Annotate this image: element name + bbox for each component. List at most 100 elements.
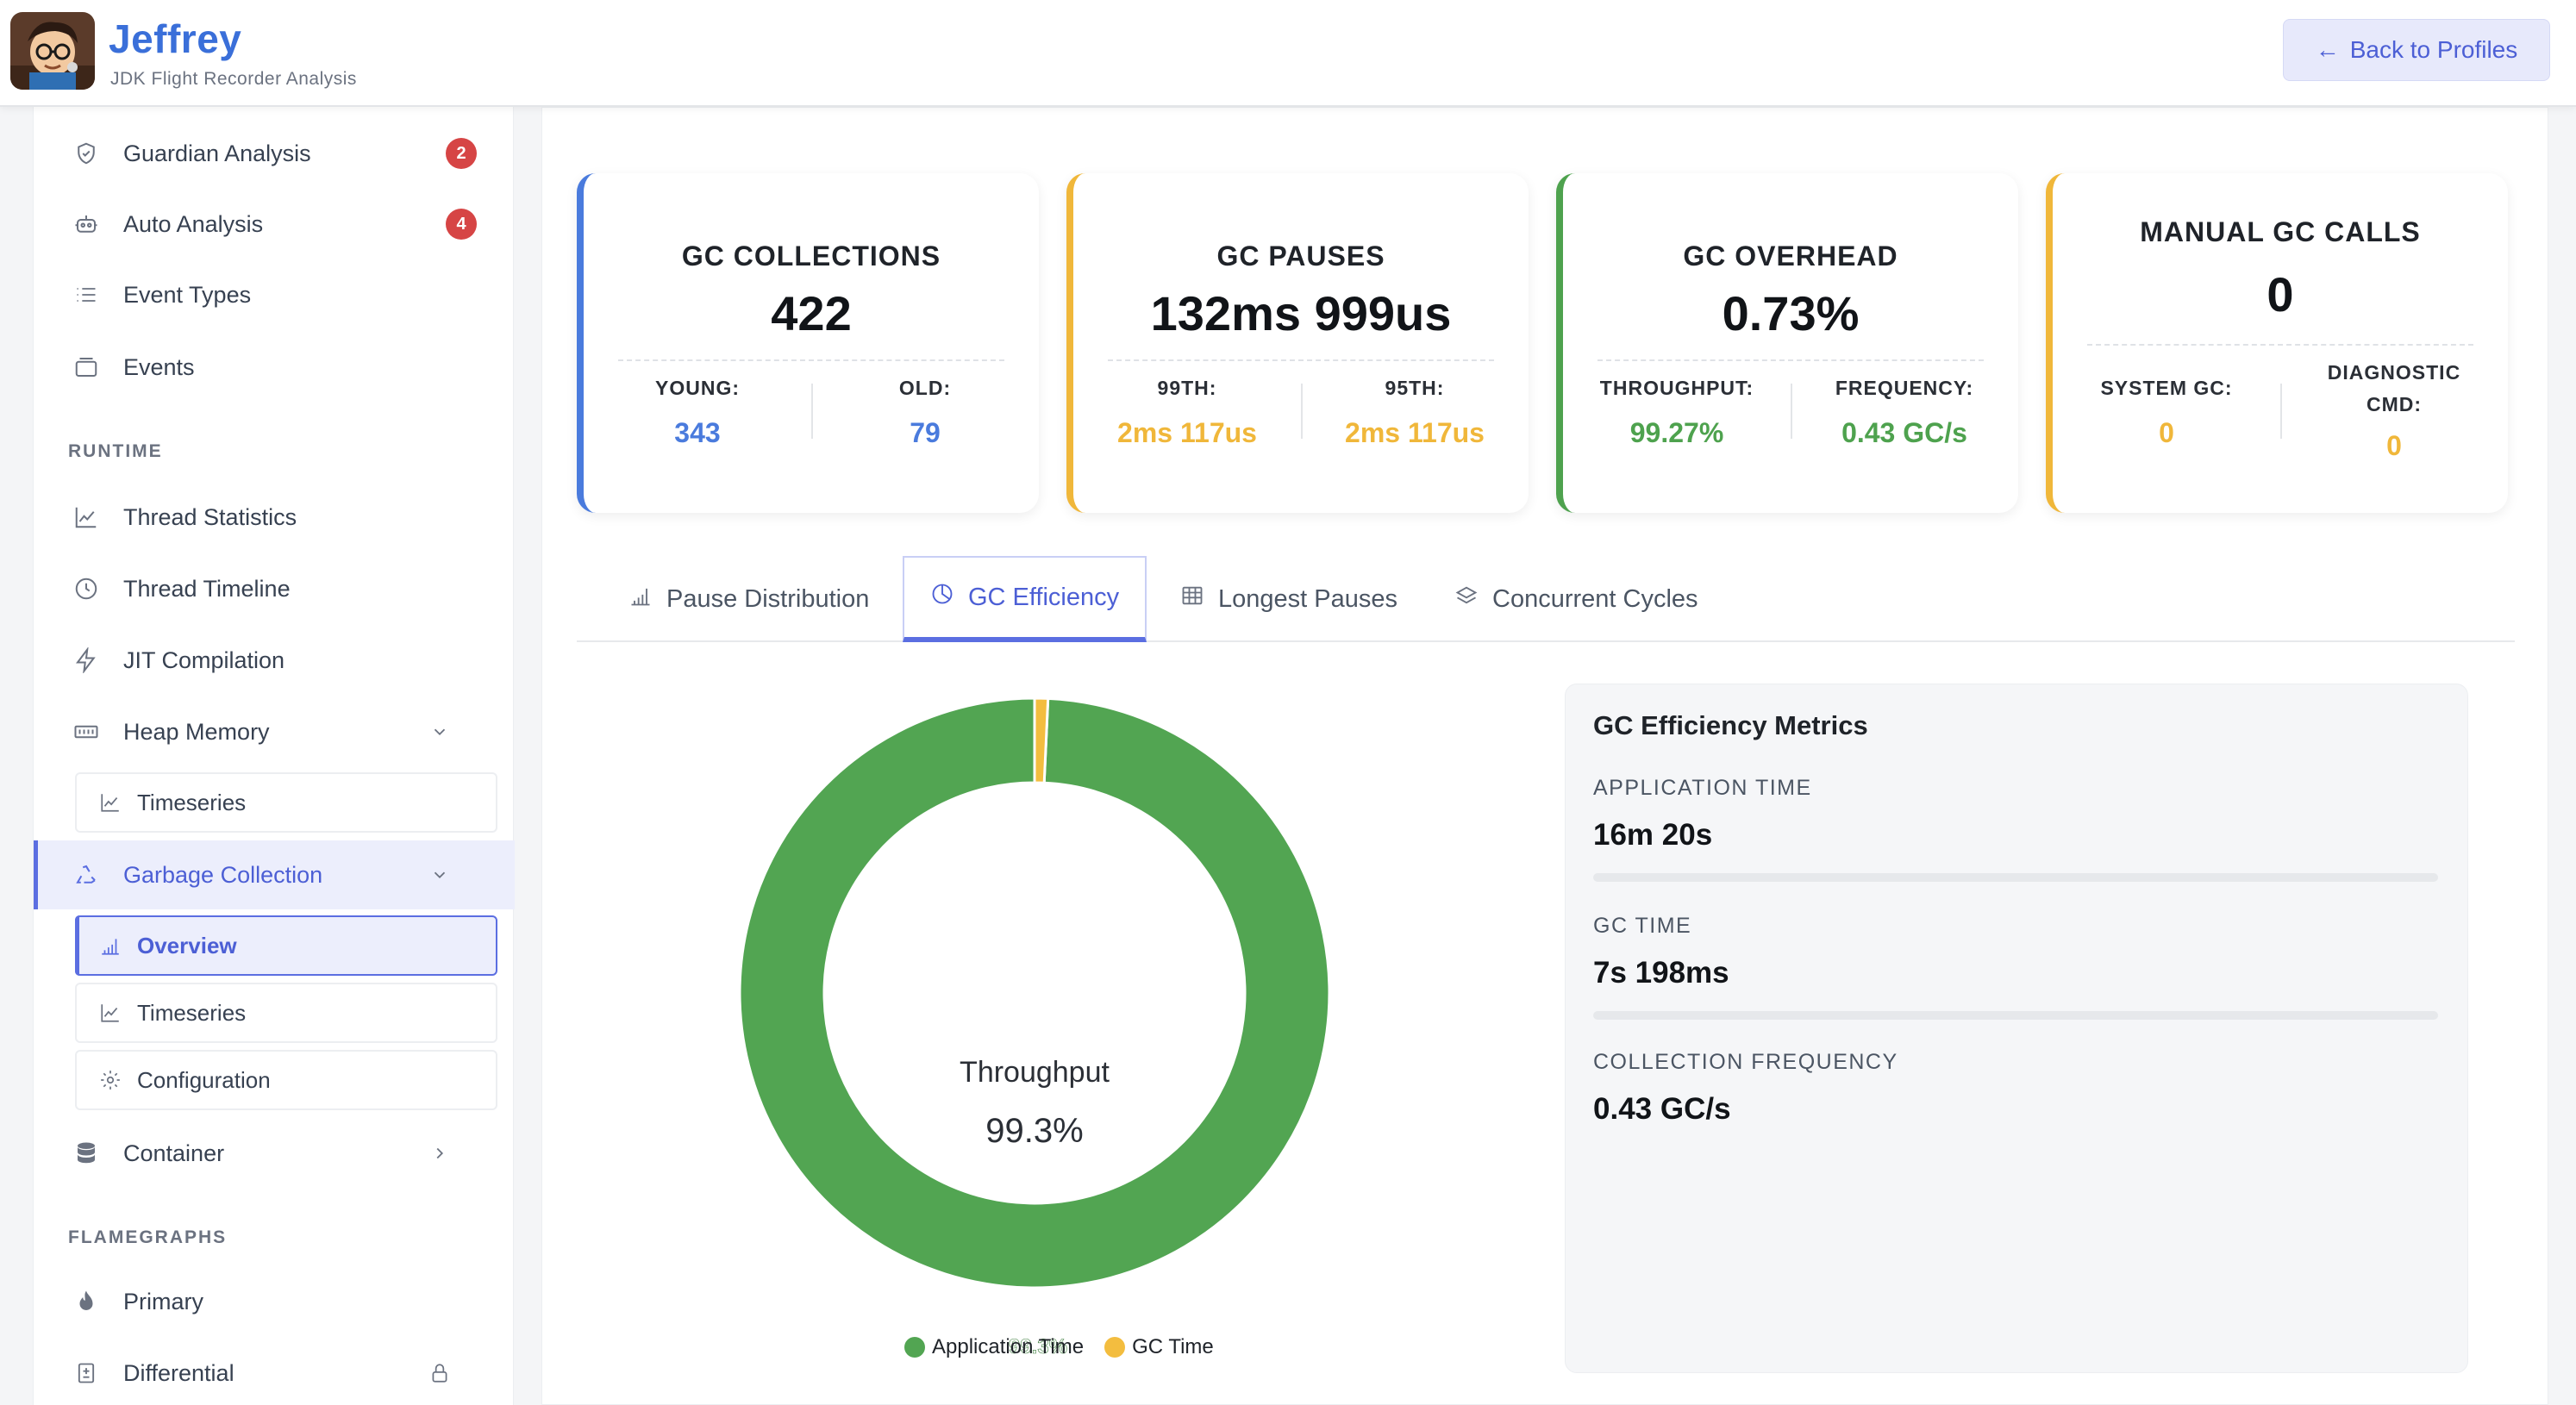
stat-value: 2ms 117us (1117, 417, 1257, 448)
donut-slice-application-time[interactable] (738, 696, 1331, 1289)
metric-bar (1593, 873, 2438, 882)
card-title: MANUAL GC CALLS (2140, 216, 2421, 247)
sidebar-item-auto-analysis[interactable]: Auto Analysis 4 (34, 190, 515, 259)
donut-center-value: 99.3% (985, 1112, 1083, 1150)
tab-label: Concurrent Cycles (1492, 584, 1698, 613)
app-title: Jeffrey (109, 16, 242, 61)
layers-icon (1454, 584, 1479, 615)
card-divider (2087, 344, 2473, 346)
stat-value: 99.27% (1629, 417, 1724, 448)
sidebar-item-differential[interactable]: Differential (34, 1339, 515, 1405)
line-chart-icon (97, 1000, 123, 1026)
gc-efficiency-donut-chart: Throughput 99.3% 99.3% (738, 696, 1331, 1358)
stat-value: 0 (2386, 430, 2402, 461)
sidebar-item-label: Events (123, 353, 195, 380)
legend-item-gc-time[interactable]: GC Time (1104, 1335, 1214, 1359)
card-value: 0.73% (1722, 286, 1860, 340)
sidebar-item-label: Thread Timeline (123, 575, 291, 602)
chevron-right-icon[interactable] (427, 1140, 453, 1166)
line-chart-icon (72, 503, 101, 532)
stat-label: OLD: (898, 377, 952, 399)
card-stat-young: YOUNG: 343 (584, 377, 811, 449)
sidebar-item-heap-memory[interactable]: Heap Memory (34, 697, 515, 766)
legend-swatch (1104, 1337, 1126, 1358)
gc-overhead-card: GC OVERHEAD 0.73% THROUGHPUT: 99.27% FRE… (1556, 173, 2018, 513)
chart-legend: Application Time GC Time (904, 1335, 1214, 1359)
stat-label: YOUNG: (655, 377, 740, 399)
sidebar-item-label: Auto Analysis (123, 210, 264, 237)
notification-badge: 2 (446, 138, 477, 169)
gc-pauses-card: GC PAUSES 132ms 999us 99TH: 2ms 117us 95… (1066, 173, 1529, 513)
sidebar-item-guardian-analysis[interactable]: Guardian Analysis 2 (34, 119, 515, 188)
tab-gc-efficiency[interactable]: GC Efficiency (903, 556, 1147, 642)
legend-label: GC Time (1132, 1335, 1214, 1358)
sidebar-subitem-gc-overview[interactable]: Overview (75, 915, 497, 976)
sidebar-subitem-label: Overview (137, 932, 237, 959)
diff-file-icon (72, 1358, 101, 1388)
sidebar-item-jit-compilation[interactable]: JIT Compilation (34, 626, 515, 695)
notification-badge: 4 (446, 209, 477, 240)
sidebar-subitem-heap-timeseries[interactable]: Timeseries (75, 772, 497, 833)
metric-bar (1593, 1011, 2438, 1020)
runtime-section-heading: RUNTIME (68, 441, 163, 461)
table-icon (1180, 584, 1204, 615)
back-to-profiles-button[interactable]: ← Back to Profiles (2283, 19, 2550, 81)
sidebar-item-events[interactable]: Events (34, 333, 515, 402)
gc-collections-card: GC COLLECTIONS 422 YOUNG: 343 OLD: 79 (577, 173, 1039, 513)
lightning-icon (72, 646, 101, 675)
sidebar: Guardian Analysis 2 Auto Analysis 4 Even… (33, 107, 515, 1405)
sidebar-item-thread-timeline[interactable]: Thread Timeline (34, 554, 515, 623)
gc-tab-bar: Pause Distribution GC Efficiency Longest… (577, 556, 2515, 642)
chevron-down-icon[interactable] (427, 719, 453, 745)
stat-value: 0 (2159, 417, 2174, 448)
card-value: 0 (2267, 267, 2294, 322)
database-icon (72, 1139, 101, 1168)
donut-slice-gc-time[interactable] (1033, 696, 1050, 784)
gc-efficiency-metrics-panel: GC Efficiency Metrics APPLICATION TIME 1… (1565, 684, 2468, 1373)
sidebar-item-event-types[interactable]: Event Types (34, 260, 515, 329)
stat-value: 343 (674, 417, 721, 448)
metric-collection-frequency: COLLECTION FREQUENCY 0.43 GC/s (1593, 1050, 2442, 1127)
stat-label: CMD: (2366, 393, 2423, 415)
sidebar-item-primary[interactable]: Primary (34, 1267, 515, 1336)
stat-label: 99TH: (1157, 377, 1217, 399)
card-stat-frequency: FREQUENCY: 0.43 GC/s (1791, 377, 2018, 449)
sidebar-item-container[interactable]: Container (34, 1119, 515, 1188)
sidebar-subitem-label: Timeseries (137, 789, 247, 815)
metric-label: APPLICATION TIME (1593, 776, 1812, 800)
chevron-down-icon[interactable] (427, 862, 453, 888)
line-chart-icon (97, 790, 123, 815)
sidebar-subitem-gc-configuration[interactable]: Configuration (75, 1050, 497, 1110)
manual-gc-calls-card: MANUAL GC CALLS 0 SYSTEM GC: 0 DIAGNOSTI… (2046, 173, 2508, 513)
card-stat-old: OLD: 79 (811, 377, 1039, 449)
sidebar-item-label: Guardian Analysis (123, 140, 311, 166)
legend-item-application-time[interactable]: Application Time (904, 1335, 1084, 1359)
sidebar-subitem-label: Configuration (137, 1066, 271, 1093)
donut-center-title: Throughput (960, 1056, 1110, 1089)
stat-value: 79 (910, 417, 941, 448)
tab-pause-distribution[interactable]: Pause Distribution (628, 556, 869, 642)
stat-label: FREQUENCY: (1835, 377, 1974, 399)
card-stat-throughput: THROUGHPUT: 99.27% (1563, 377, 1791, 449)
tab-concurrent-cycles[interactable]: Concurrent Cycles (1454, 556, 1698, 642)
card-stat-95th: 95TH: 2ms 117us (1301, 377, 1529, 449)
main-content: GC COLLECTIONS 422 YOUNG: 343 OLD: 79 GC… (541, 107, 2548, 1405)
sidebar-subitem-label: Timeseries (137, 999, 247, 1026)
tab-longest-pauses[interactable]: Longest Pauses (1180, 556, 1397, 642)
card-title: GC COLLECTIONS (681, 240, 941, 272)
sidebar-item-label: Thread Statistics (123, 503, 297, 530)
card-divider (618, 359, 1004, 361)
sidebar-item-thread-statistics[interactable]: Thread Statistics (34, 483, 515, 552)
card-stat-system-gc: SYSTEM GC: 0 (2053, 377, 2280, 449)
metric-application-time: APPLICATION TIME 16m 20s (1593, 776, 2442, 882)
stat-label: DIAGNOSTIC (2327, 361, 2461, 384)
sidebar-item-garbage-collection[interactable]: Garbage Collection (34, 840, 515, 909)
metric-label: COLLECTION FREQUENCY (1593, 1050, 1898, 1074)
flamegraphs-section-heading: FLAMEGRAPHS (68, 1227, 228, 1247)
back-button-label: Back to Profiles (2349, 36, 2518, 63)
card-title: GC OVERHEAD (1683, 240, 1898, 272)
tab-label: Pause Distribution (666, 584, 870, 613)
tab-label: Longest Pauses (1218, 584, 1397, 613)
app-logo (10, 12, 95, 90)
sidebar-subitem-gc-timeseries[interactable]: Timeseries (75, 983, 497, 1043)
